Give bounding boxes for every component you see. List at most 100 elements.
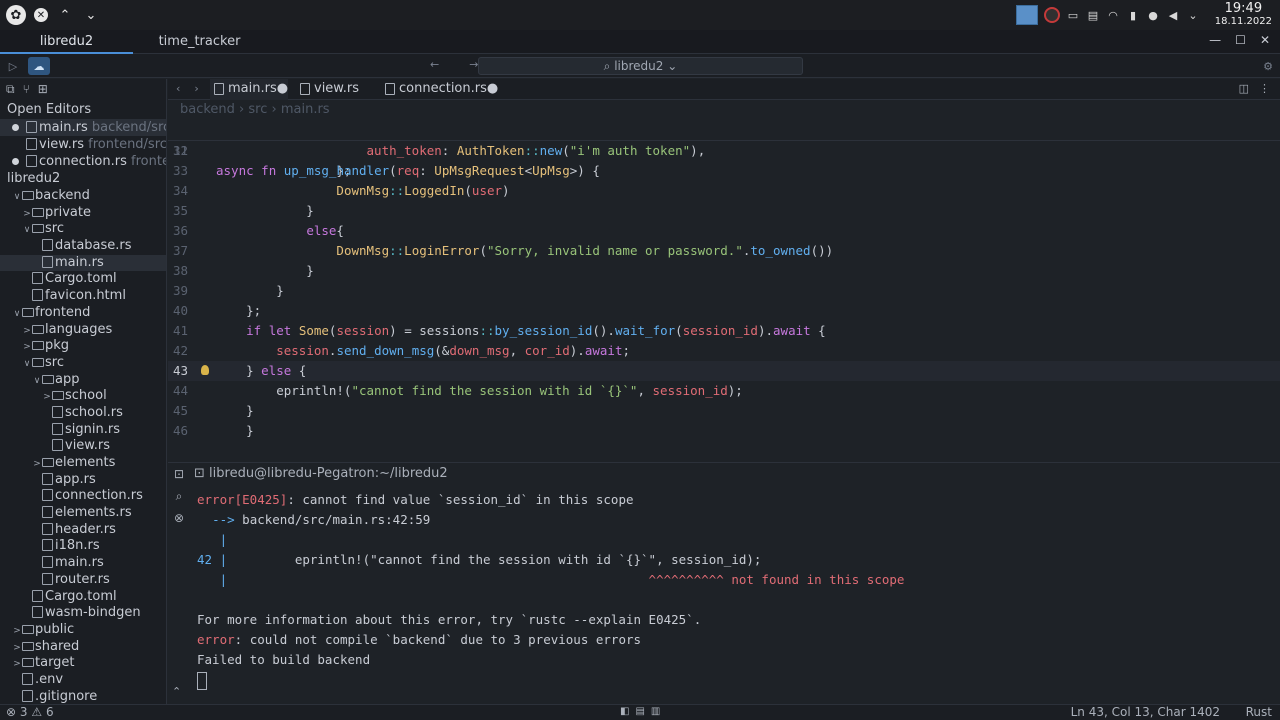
window-tab-libredu2[interactable]: libredu2 xyxy=(0,30,133,54)
tree-file[interactable]: i18n.rs xyxy=(0,538,166,555)
minimize-icon[interactable]: — xyxy=(1209,33,1221,47)
code-line[interactable]: 36 else{ xyxy=(168,221,1280,241)
tree-file[interactable]: Cargo.toml xyxy=(0,271,166,288)
code-line[interactable]: 37 DownMsg::LoginError("Sorry, invalid n… xyxy=(168,241,1280,261)
tree-folder[interactable]: > elements xyxy=(0,455,166,472)
collapse-up-icon[interactable]: ⌃ xyxy=(172,685,181,698)
code-line[interactable]: 46 } xyxy=(168,421,1280,441)
settings-gear-icon[interactable]: ⚙ xyxy=(1257,57,1279,75)
clear-icon[interactable]: ⊗ xyxy=(168,507,190,529)
diagnostics-counter[interactable]: ⊗ 3 ⚠ 6 xyxy=(6,705,54,720)
tray-expand-icon[interactable]: ⌄ xyxy=(1186,8,1200,22)
tree-file[interactable]: .env xyxy=(0,672,166,689)
tree-file[interactable]: favicon.html xyxy=(0,288,166,305)
split-editor-icon[interactable]: ◫ xyxy=(1239,82,1249,95)
tree-file[interactable]: header.rs xyxy=(0,522,166,539)
tree-file[interactable]: main.rs xyxy=(0,555,166,572)
clipboard-icon[interactable]: ▤ xyxy=(1086,8,1100,22)
open-editor-item[interactable]: connection.rs fronten xyxy=(0,153,166,170)
maximize-icon[interactable]: ☐ xyxy=(1235,33,1246,47)
tree-folder[interactable]: ∨ frontend xyxy=(0,305,166,322)
panel-bottom-icon[interactable]: ▤ xyxy=(635,706,644,717)
battery-icon[interactable]: ▮ xyxy=(1126,8,1140,22)
code-line[interactable]: 42 session.send_down_msg(&down_msg, cor_… xyxy=(168,341,1280,361)
extensions-icon[interactable]: ⊞ xyxy=(38,82,48,98)
close-icon[interactable]: ✕ xyxy=(1260,33,1270,47)
terminal-prompt[interactable] xyxy=(197,670,904,690)
language-mode[interactable]: Rust xyxy=(1246,705,1272,720)
files-icon[interactable]: ⧉ xyxy=(6,82,15,98)
open-editors-header[interactable]: Open Editors xyxy=(0,101,166,119)
code-line[interactable]: 43 } else { xyxy=(168,361,1280,381)
close-window-icon[interactable]: ✕ xyxy=(34,8,48,22)
terminal-icon[interactable]: ⊡ xyxy=(168,463,190,485)
back-arrow-icon[interactable]: ← xyxy=(430,58,439,71)
tab-connection-rs[interactable]: connection.rs● xyxy=(381,79,498,100)
code-line[interactable]: 35 } xyxy=(168,201,1280,221)
tree-file[interactable]: wasm-bindgen xyxy=(0,605,166,622)
terminal-output[interactable]: error[E0425]: cannot find value `session… xyxy=(197,490,904,690)
tab-back-icon[interactable]: ‹ xyxy=(176,82,180,95)
tree-folder[interactable]: ∨ app xyxy=(0,372,166,389)
tree-file[interactable]: signin.rs xyxy=(0,422,166,439)
tree-folder[interactable]: ∨ backend xyxy=(0,188,166,205)
tree-folder[interactable]: > languages xyxy=(0,322,166,339)
more-icon[interactable]: ⋮ xyxy=(1259,82,1270,95)
tab-main-rs[interactable]: main.rs● xyxy=(210,79,288,100)
open-editor-item[interactable]: view.rs frontend/src/a xyxy=(0,136,166,153)
tree-folder[interactable]: ∨ src xyxy=(0,355,166,372)
code-line[interactable]: 39 } xyxy=(168,281,1280,301)
code-line[interactable]: 44 eprintln!("cannot find the session wi… xyxy=(168,381,1280,401)
git-branch-icon[interactable]: ⑂ xyxy=(23,82,30,98)
microphone-icon[interactable]: ● xyxy=(1146,8,1160,22)
code-line[interactable]: 41 if let Some(session) = sessions::by_s… xyxy=(168,321,1280,341)
window-tab-time-tracker[interactable]: time_tracker xyxy=(133,30,266,54)
code-line[interactable]: 38 } xyxy=(168,261,1280,281)
tree-file[interactable]: main.rs xyxy=(0,254,166,272)
tab-view-rs[interactable]: view.rs xyxy=(296,79,362,100)
tree-file[interactable]: .gitignore xyxy=(0,689,166,704)
tree-folder[interactable]: > private xyxy=(0,205,166,222)
tree-folder[interactable]: > target xyxy=(0,655,166,672)
tree-file[interactable]: elements.rs xyxy=(0,505,166,522)
tree-file[interactable]: app.rs xyxy=(0,472,166,489)
cloud-icon[interactable]: ☁ xyxy=(28,57,50,75)
run-icon[interactable]: ▷ xyxy=(2,57,24,75)
tree-folder[interactable]: > school xyxy=(0,388,166,405)
screen-preview-icon[interactable] xyxy=(1016,5,1038,25)
project-header[interactable]: libredu2 xyxy=(0,170,166,188)
terminal-icon[interactable]: ▭ xyxy=(1066,8,1080,22)
tree-file[interactable]: school.rs xyxy=(0,405,166,422)
tree-file[interactable]: router.rs xyxy=(0,572,166,589)
chevron-up-icon[interactable]: ⌃ xyxy=(56,6,74,24)
wifi-icon[interactable]: ◠ xyxy=(1106,8,1120,22)
search-icon[interactable]: ⌕ xyxy=(168,485,190,507)
tab-forward-icon[interactable]: › xyxy=(194,82,198,95)
code-line[interactable]: 34 DownMsg::LoggedIn(user) xyxy=(168,181,1280,201)
breadcrumb-item[interactable]: src xyxy=(248,102,267,117)
tree-folder[interactable]: > shared xyxy=(0,639,166,656)
app-launcher-icon[interactable]: ✿ xyxy=(6,5,26,25)
code-line[interactable]: 32 auth_token: AuthToken::new("i'm auth … xyxy=(168,141,1280,161)
tree-folder[interactable]: ∨ src xyxy=(0,221,166,238)
command-search[interactable]: ⌕ libredu2 ⌄ xyxy=(478,57,803,75)
tree-file[interactable]: Cargo.toml xyxy=(0,589,166,606)
sticky-scroll-line[interactable]: 11 async fn up_msg_handler(req: UpMsgReq… xyxy=(168,121,1280,178)
clock[interactable]: 19:49 18.11.2022 xyxy=(1215,2,1272,28)
code-line[interactable]: 45 } xyxy=(168,401,1280,421)
panel-left-icon[interactable]: ◧ xyxy=(620,706,629,717)
panel-right-icon[interactable]: ▥ xyxy=(651,706,660,717)
record-icon[interactable] xyxy=(1044,7,1060,23)
tree-file[interactable]: connection.rs xyxy=(0,488,166,505)
chevron-down-icon[interactable]: ⌄ xyxy=(82,6,100,24)
cursor-position[interactable]: Ln 43, Col 13, Char 1402 xyxy=(1071,705,1220,720)
open-editor-item[interactable]: main.rs backend/src xyxy=(0,119,166,136)
code-line[interactable]: 40 }; xyxy=(168,301,1280,321)
breadcrumb-item[interactable]: main.rs xyxy=(281,102,330,117)
tree-folder[interactable]: > public xyxy=(0,622,166,639)
tree-folder[interactable]: > pkg xyxy=(0,338,166,355)
volume-icon[interactable]: ◀ xyxy=(1166,8,1180,22)
lightbulb-icon[interactable] xyxy=(201,365,209,375)
tree-file[interactable]: view.rs xyxy=(0,438,166,455)
tree-file[interactable]: database.rs xyxy=(0,238,166,255)
